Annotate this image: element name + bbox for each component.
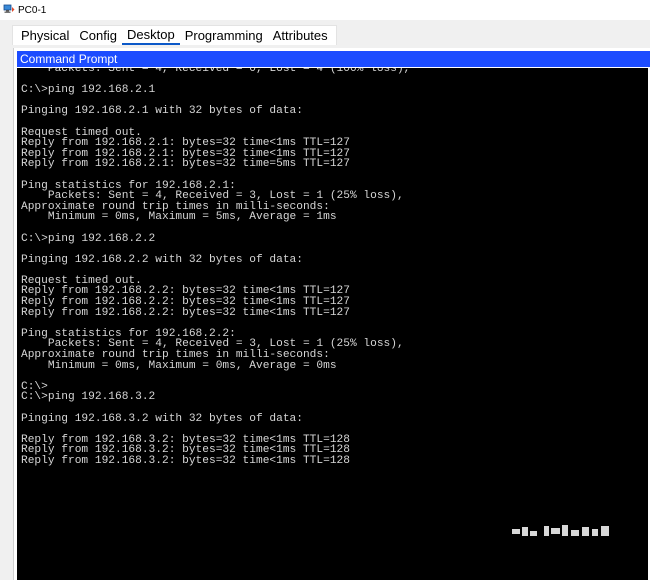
pc-icon: [3, 4, 15, 16]
tab-bar: Physical Config Desktop Programming Attr…: [12, 25, 337, 45]
terminal-line: Minimum = 0ms, Maximum = 5ms, Average = …: [21, 211, 337, 224]
terminal-text: Packets: Sent = 4, Received = 0, Lost = …: [21, 68, 641, 467]
terminal-line: Minimum = 0ms, Maximum = 0ms, Average = …: [21, 359, 337, 372]
command-prompt-title: Command Prompt: [17, 51, 650, 67]
terminal-line: Pinging 192.168.3.2 with 32 bytes of dat…: [21, 412, 303, 425]
terminal-line: C:\>ping 192.168.2.1: [21, 84, 156, 97]
tab-attributes[interactable]: Attributes: [268, 26, 333, 45]
tab-physical[interactable]: Physical: [16, 26, 74, 45]
terminal-line: Pinging 192.168.2.1 with 32 bytes of dat…: [21, 105, 303, 118]
terminal-line: Reply from 192.168.2.1: bytes=32 time=5m…: [21, 158, 350, 171]
terminal-line: C:\>ping 192.168.3.2: [21, 391, 156, 404]
terminal-line: C:\>ping 192.168.2.2: [21, 232, 156, 245]
tab-desktop[interactable]: Desktop: [122, 25, 180, 45]
tab-config[interactable]: Config: [74, 26, 122, 45]
watermark-icon: [512, 525, 616, 539]
window-titlebar: PC0-1: [0, 0, 650, 20]
desktop-panel: Command Prompt Packets: Sent = 4, Receiv…: [13, 48, 650, 580]
terminal-output[interactable]: Packets: Sent = 4, Received = 0, Lost = …: [17, 68, 648, 580]
window-title: PC0-1: [18, 4, 47, 16]
terminal-line: Reply from 192.168.3.2: bytes=32 time<1m…: [21, 454, 350, 467]
terminal-line: Pinging 192.168.2.2 with 32 bytes of dat…: [21, 253, 303, 266]
terminal-line: Reply from 192.168.2.2: bytes=32 time<1m…: [21, 306, 350, 319]
terminal-line: Packets: Sent = 4, Received = 0, Lost = …: [21, 68, 411, 75]
tab-programming[interactable]: Programming: [180, 26, 268, 45]
device-window: Physical Config Desktop Programming Attr…: [0, 20, 650, 580]
